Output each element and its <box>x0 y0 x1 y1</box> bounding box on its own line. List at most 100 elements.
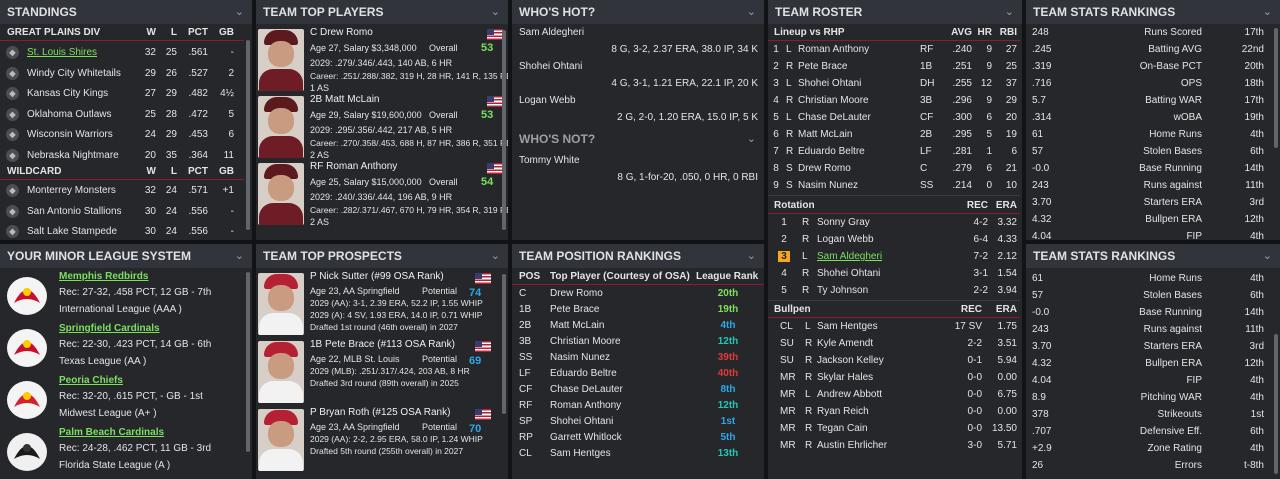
minor-team-name[interactable]: Peoria Chiefs <box>59 375 123 387</box>
position-row[interactable]: 1B Pete Brace 19th <box>512 301 764 318</box>
player-career: Career: .251/.288/.382, 319 H, 28 HR, 14… <box>310 71 508 81</box>
position: 2B <box>519 320 532 331</box>
chevron-down-icon[interactable]: ⌄ <box>491 244 500 268</box>
minor-team-name[interactable]: Springfield Cardinals <box>59 323 160 335</box>
chevron-down-icon[interactable]: ⌄ <box>747 0 756 24</box>
lineup-row[interactable]: 9 S Nasim Nunez SS .214 0 10 <box>768 177 1020 194</box>
chevron-down-icon[interactable]: ⌄ <box>235 0 244 24</box>
potential-label: Potential <box>422 422 458 432</box>
minor-league-header: YOUR MINOR LEAGUE SYSTEM ⌄ <box>0 244 252 268</box>
stat-row: 8.9 Pitching WAR 4th <box>1026 389 1270 406</box>
bullpen-row[interactable]: CL L Sam Hentges 17 SV 1.75 <box>768 318 1020 335</box>
player-card[interactable]: C Drew Romo Age 27, Salary $3,348,000 Over… <box>256 27 508 93</box>
chevron-down-icon[interactable]: ⌄ <box>1263 244 1272 268</box>
minor-team-name[interactable]: Memphis Redbirds <box>59 271 148 283</box>
bullpen-row[interactable]: MR L Andrew Abbott 0-0 6.75 <box>768 386 1020 403</box>
standings-row[interactable]: ◆ St. Louis Shires 32 25 .561 - <box>0 43 244 62</box>
not-player-name[interactable]: Tommy White <box>519 152 580 169</box>
rotation-row[interactable]: 4 R Shohei Ohtani 3-1 1.54 <box>768 265 1020 282</box>
player-name[interactable]: RF Roman Anthony <box>310 161 397 173</box>
standings-row[interactable]: ◆ Salt Lake Stampede 30 24 .556 - <box>0 222 244 240</box>
lineup-row[interactable]: 7 R Eduardo Beltre LF .281 1 6 <box>768 143 1020 160</box>
rotation-row[interactable]: 1 R Sonny Gray 4-2 3.32 <box>768 214 1020 231</box>
bullpen-row[interactable]: SU R Kyle Amendt 2-2 3.51 <box>768 335 1020 352</box>
hot-player-name[interactable]: Logan Webb <box>519 92 576 109</box>
chevron-down-icon[interactable]: ⌄ <box>235 244 244 268</box>
player-card[interactable]: RF Roman Anthony Age 25, Salary $15,000,0… <box>256 161 508 227</box>
bullpen-header-row: Bullpen REC ERA <box>768 301 1020 318</box>
minor-team-name[interactable]: Palm Beach Cardinals <box>59 427 164 439</box>
position-row[interactable]: LF Eduardo Beltre 40th <box>512 365 764 382</box>
position-row[interactable]: C Drew Romo 20th <box>512 285 764 302</box>
hand: S <box>786 163 793 174</box>
minor-team-card[interactable]: Palm Beach Cardinals Rec: 24-28, .462 PCT… <box>0 427 244 479</box>
record: 4-2 <box>973 217 988 228</box>
standings-row[interactable]: ◆ Monterrey Monsters 32 24 .571 +1 <box>0 181 244 200</box>
lineup-row[interactable]: 2 R Pete Brace 1B .251 9 25 <box>768 58 1020 75</box>
stat-value: 5.7 <box>1032 95 1046 106</box>
hand: R <box>802 234 810 245</box>
lineup-row[interactable]: 4 R Christian Moore 3B .296 9 29 <box>768 92 1020 109</box>
minor-team-card[interactable]: Springfield Cardinals Rec: 22-30, .423 PC… <box>0 323 244 375</box>
scrollbar[interactable] <box>1274 28 1278 148</box>
position-row[interactable]: RP Garrett Whitlock 5th <box>512 429 764 446</box>
hot-player-name[interactable]: Sam Aldegheri <box>519 24 584 41</box>
avg: .240 <box>952 44 972 55</box>
player-card[interactable]: 2B Matt McLain Age 29, Salary $19,600,000… <box>256 94 508 160</box>
player-name[interactable]: 2B Matt McLain <box>310 94 379 106</box>
prospect-card[interactable]: 1B Pete Brace (#113 OSA Rank) Age 22, MLB… <box>256 339 500 405</box>
avg: .214 <box>952 180 972 191</box>
lineup-row[interactable]: 3 L Shohei Ohtani DH .255 12 37 <box>768 75 1020 92</box>
lineup-row[interactable]: 8 S Drew Romo C .279 6 21 <box>768 160 1020 177</box>
scrollbar[interactable] <box>246 272 250 452</box>
scrollbar[interactable] <box>1274 334 1278 474</box>
minor-team-league: Midwest League (A+ ) <box>59 408 157 419</box>
position-row[interactable]: CF Chase DeLauter 8th <box>512 381 764 398</box>
scrollbar[interactable] <box>502 274 506 414</box>
hot-player-name[interactable]: Shohei Ohtani <box>519 58 582 75</box>
chevron-down-icon[interactable]: ⌄ <box>1263 0 1272 24</box>
chevron-down-icon[interactable]: ⌄ <box>491 0 500 24</box>
team-gb: 4½ <box>220 88 234 99</box>
prospect-card[interactable]: P Nick Sutter (#99 OSA Rank) Age 23, AA S… <box>256 271 500 337</box>
chevron-down-icon[interactable]: ⌄ <box>747 128 756 150</box>
scrollbar[interactable] <box>502 30 506 230</box>
standings-row[interactable]: ◆ Wisconsin Warriors 24 29 .453 6 <box>0 125 244 144</box>
stat-rank: 12th <box>1244 214 1264 225</box>
prospect-name[interactable]: P Nick Sutter (#99 OSA Rank) <box>310 271 444 283</box>
standings-row[interactable]: ◆ Kansas City Kings 27 29 .482 4½ <box>0 84 244 103</box>
position-row[interactable]: 3B Christian Moore 12th <box>512 333 764 350</box>
standings-row[interactable]: ◆ San Antonio Stallions 30 24 .556 - <box>0 202 244 221</box>
minor-team-card[interactable]: Memphis Redbirds Rec: 27-32, .458 PCT, 12… <box>0 271 244 323</box>
position-row[interactable]: SS Nasim Nunez 39th <box>512 349 764 366</box>
chevron-down-icon[interactable]: ⌄ <box>1005 0 1014 24</box>
prospect-name[interactable]: P Bryan Roth (#125 OSA Rank) <box>310 407 450 419</box>
position-row[interactable]: CL Sam Hentges 13th <box>512 445 764 462</box>
rotation-row[interactable]: 5 R Ty Johnson 2-2 3.94 <box>768 282 1020 299</box>
rotation-row[interactable]: 3 L Sam Aldegheri 7-2 2.12 <box>768 248 1020 265</box>
rotation-row[interactable]: 2 R Logan Webb 6-4 4.33 <box>768 231 1020 248</box>
standings-row[interactable]: ◆ Nebraska Nightmare 20 35 .364 11 <box>0 146 244 165</box>
chevron-down-icon[interactable]: ⌄ <box>747 244 756 268</box>
lineup-row[interactable]: 1 L Roman Anthony RF .240 9 27 <box>768 41 1020 58</box>
scrollbar[interactable] <box>246 40 250 230</box>
position-row[interactable]: RF Roman Anthony 12th <box>512 397 764 414</box>
standings-row[interactable]: ◆ Windy City Whitetails 29 26 .527 2 <box>0 64 244 83</box>
prospect-card[interactable]: P Bryan Roth (#125 OSA Rank) Age 23, AA S… <box>256 407 500 473</box>
standings-row[interactable]: ◆ Oklahoma Outlaws 25 28 .472 5 <box>0 105 244 124</box>
bullpen-row[interactable]: MR R Austin Ehrlicher 3-0 5.71 <box>768 437 1020 454</box>
role: MR <box>780 406 796 417</box>
position-row[interactable]: 2B Matt McLain 4th <box>512 317 764 334</box>
bullpen-row[interactable]: MR R Tegan Cain 0-0 13.50 <box>768 420 1020 437</box>
position-row[interactable]: SP Shohei Ohtani 1st <box>512 413 764 430</box>
minor-team-card[interactable]: Peoria Chiefs Rec: 32-20, .615 PCT, - GB … <box>0 375 244 427</box>
prospect-line4: Drafted 1st round (46th overall) in 2027 <box>310 322 458 332</box>
prospect-name[interactable]: 1B Pete Brace (#113 OSA Rank) <box>310 339 455 351</box>
lineup-row[interactable]: 6 R Matt McLain 2B .295 5 19 <box>768 126 1020 143</box>
lineup-row[interactable]: 5 L Chase DeLauter CF .300 6 20 <box>768 109 1020 126</box>
bullpen-row[interactable]: MR R Ryan Reich 0-0 0.00 <box>768 403 1020 420</box>
kings-logo: ◆ <box>6 87 19 100</box>
bullpen-row[interactable]: SU R Jackson Kelley 0-1 5.94 <box>768 352 1020 369</box>
bullpen-row[interactable]: MR R Skylar Hales 0-0 0.00 <box>768 369 1020 386</box>
player-name[interactable]: C Drew Romo <box>310 27 373 39</box>
